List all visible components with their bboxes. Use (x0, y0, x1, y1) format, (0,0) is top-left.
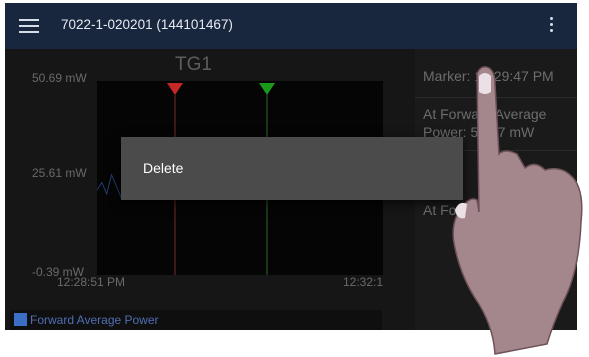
delete-menu-item[interactable]: Delete (143, 160, 183, 176)
legend-swatch (14, 313, 27, 326)
app-bar: 7022-1-020201 (144101467) (5, 3, 577, 49)
legend-label: Forward Average Power (30, 313, 159, 327)
chart-title: TG1 (175, 54, 212, 75)
marker-handle-red[interactable] (167, 83, 183, 95)
context-menu-dialog: Delete (121, 137, 463, 200)
pointing-hand-icon (452, 66, 583, 355)
hamburger-menu-icon[interactable] (19, 19, 39, 33)
x-axis-label-end: 12:32:1 (343, 275, 384, 289)
more-vert-icon[interactable] (548, 17, 554, 35)
y-axis-label-mid: 25.61 mW (32, 166, 87, 180)
chart-legend: Forward Average Power (10, 310, 382, 330)
marker-handle-green[interactable] (259, 83, 275, 95)
x-axis-label-start: 12:28:51 PM (57, 275, 126, 289)
y-axis-label-top: 50.69 mW (32, 71, 87, 85)
page-title: 7022-1-020201 (144101467) (61, 17, 233, 32)
